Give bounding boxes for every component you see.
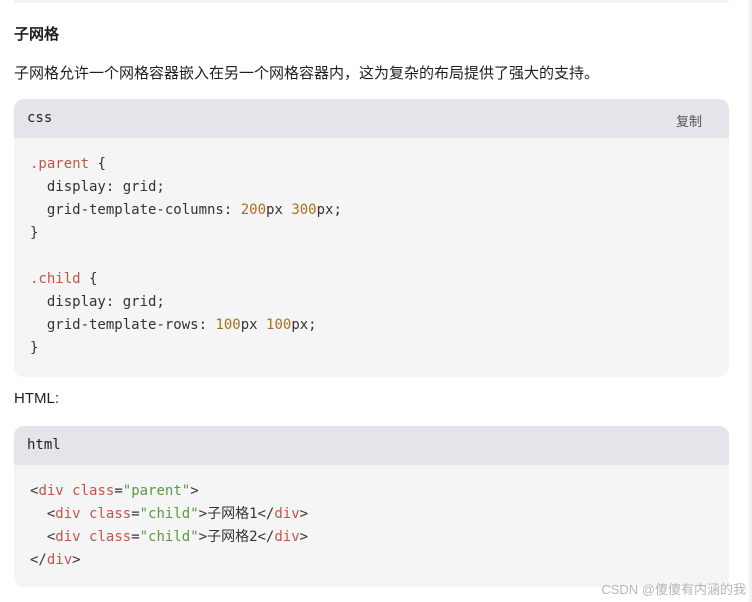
code-token: "child": [139, 529, 199, 545]
html-section-label: HTML:: [14, 390, 59, 407]
code-token: class: [89, 506, 132, 522]
code-token: =: [131, 506, 140, 522]
watermark: CSDN @傻傻有内涵的我: [601, 582, 746, 597]
code-line: </div>: [30, 549, 729, 572]
code-language-label: css: [27, 110, 53, 126]
code-token: display: grid;: [30, 179, 165, 195]
code-token: =: [131, 529, 140, 545]
code-language-label: html: [27, 437, 61, 453]
code-content: .parent { display: grid; grid-template-c…: [14, 138, 729, 360]
code-token: .child: [30, 271, 81, 287]
code-token: 100: [266, 317, 292, 333]
code-token: =: [114, 483, 123, 499]
code-line: grid-template-rows: 100px 100px;: [30, 314, 729, 337]
code-token: grid-template-columns:: [30, 202, 241, 218]
code-token: "child": [139, 506, 199, 522]
code-token: }: [30, 340, 39, 356]
code-token: }: [30, 225, 39, 241]
code-token: px: [240, 317, 267, 333]
code-token: div: [55, 529, 81, 545]
code-token: 100: [215, 317, 241, 333]
code-token: </: [30, 552, 47, 568]
code-line: }: [30, 222, 729, 245]
code-block-header: css 复制: [14, 99, 729, 138]
code-line: .child {: [30, 268, 729, 291]
code-line: display: grid;: [30, 291, 729, 314]
css-code-block: css 复制 .parent { display: grid; grid-tem…: [14, 99, 729, 377]
code-line: }: [30, 337, 729, 360]
code-content: <div class="parent"> <div class="child">…: [14, 465, 729, 572]
code-token: >子网格1</: [198, 506, 275, 522]
copy-button[interactable]: 复制: [676, 111, 702, 130]
code-token: px: [266, 202, 292, 218]
code-token: grid-template-rows:: [30, 317, 216, 333]
code-token: div: [46, 552, 73, 568]
code-token: <: [30, 529, 56, 545]
code-token: >: [299, 529, 309, 545]
code-line: <div class="child">子网格1</div>: [30, 503, 729, 526]
code-token: .parent: [30, 156, 90, 172]
code-line: grid-template-columns: 200px 300px;: [30, 199, 729, 222]
code-token: >: [72, 552, 81, 568]
code-token: px;: [291, 317, 317, 333]
code-line: display: grid;: [30, 176, 729, 199]
code-token: {: [80, 271, 98, 287]
code-line: <div class="parent">: [30, 480, 729, 503]
code-token: {: [89, 156, 106, 172]
code-block-header: html: [14, 426, 729, 465]
code-token: px;: [316, 202, 342, 218]
code-token: 300: [291, 202, 317, 218]
code-token: >子网格2</: [198, 529, 275, 545]
code-token: div: [274, 529, 300, 545]
code-token: >: [190, 483, 199, 499]
code-token: "parent": [122, 483, 191, 499]
code-token: div: [274, 506, 300, 522]
code-token: display: grid;: [30, 294, 165, 310]
code-line: .parent {: [30, 153, 729, 176]
code-token: 200: [240, 202, 267, 218]
html-code-block: html <div class="parent"> <div class="ch…: [14, 426, 729, 587]
code-token: class: [72, 483, 115, 499]
code-token: div: [38, 483, 64, 499]
code-line: <div class="child">子网格2</div>: [30, 526, 729, 549]
section-heading: 子网格: [14, 26, 60, 43]
section-description: 子网格允许一个网格容器嵌入在另一个网格容器内，这为复杂的布局提供了强大的支持。: [14, 65, 600, 82]
previous-block-edge: [14, 0, 729, 3]
code-token: <: [30, 506, 56, 522]
code-token: >: [299, 506, 309, 522]
code-token: class: [89, 529, 132, 545]
code-token: div: [55, 506, 81, 522]
